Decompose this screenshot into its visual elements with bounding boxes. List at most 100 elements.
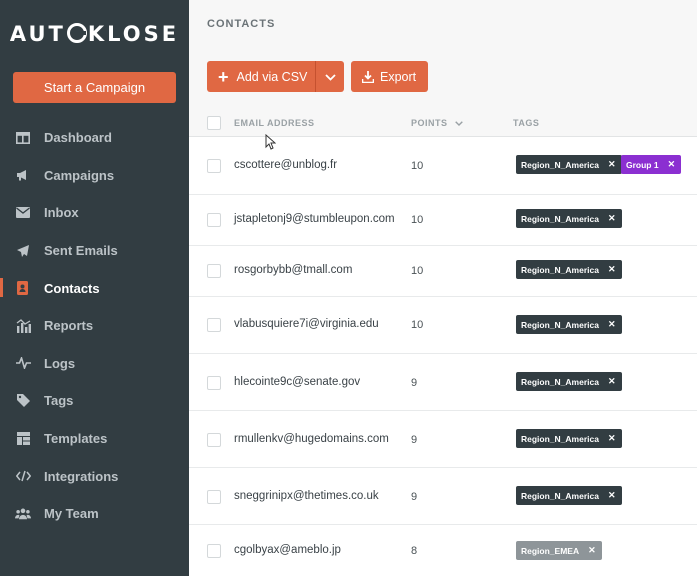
remove-tag-icon[interactable]: ✕ <box>608 376 616 387</box>
table-row[interactable]: sneggrinipx@thetimes.co.uk 9 Region_N_Am… <box>189 468 697 525</box>
envelope-icon <box>15 205 31 221</box>
table-row[interactable]: rosgorbybb@tmall.com 10 Region_N_America… <box>189 246 697 297</box>
tag-label: Region_N_America <box>521 319 599 330</box>
contact-email[interactable]: cgolbyax@ameblo.jp <box>234 544 341 556</box>
contact-email[interactable]: sneggrinipx@thetimes.co.uk <box>234 490 379 502</box>
sidebar-item-label: Contacts <box>44 280 100 296</box>
sidebar-item-label: Campaigns <box>44 167 115 183</box>
tag-label: Region_N_America <box>521 159 599 170</box>
row-checkbox[interactable] <box>207 159 221 173</box>
remove-tag-icon[interactable]: ✕ <box>608 159 616 170</box>
table-row[interactable]: cgolbyax@ameblo.jp 8 Region_EMEA ✕ <box>189 525 697 576</box>
column-header-tags: TAGS <box>513 118 540 128</box>
megaphone-icon <box>15 167 31 183</box>
page-title: CONTACTS <box>207 18 276 30</box>
table-row[interactable]: vlabusquiere7i@virginia.edu 10 Region_N_… <box>189 297 697 354</box>
bar-chart-icon <box>15 318 31 334</box>
row-checkbox[interactable] <box>207 433 221 447</box>
contact-email[interactable]: cscottere@unblog.fr <box>234 159 337 171</box>
tag-chip: Region_N_America ✕ <box>516 155 622 174</box>
remove-tag-icon[interactable]: ✕ <box>608 319 616 330</box>
contact-book-icon <box>15 280 31 296</box>
remove-tag-icon[interactable]: ✕ <box>608 213 616 224</box>
remove-tag-icon[interactable]: ✕ <box>668 159 676 170</box>
table-row[interactable]: hlecointe9c@senate.gov 9 Region_N_Americ… <box>189 354 697 411</box>
download-icon <box>362 70 374 83</box>
remove-tag-icon[interactable]: ✕ <box>588 545 596 556</box>
main-content: CONTACTS + Add via CSV Export EMAIL ADDR… <box>189 0 697 576</box>
column-header-points-label: POINTS <box>411 118 448 128</box>
add-via-csv-button[interactable]: + Add via CSV <box>207 61 315 92</box>
contact-email[interactable]: rmullenkv@hugedomains.com <box>234 433 389 445</box>
sidebar-item-label: Integrations <box>44 468 119 484</box>
sidebar-item-label: Templates <box>44 431 108 447</box>
sidebar-item-label: Logs <box>44 355 76 371</box>
dashboard-icon <box>15 130 31 146</box>
contact-email[interactable]: rosgorbybb@tmall.com <box>234 264 352 276</box>
remove-tag-icon[interactable]: ✕ <box>608 264 616 275</box>
sidebar-item-tags[interactable]: Tags <box>0 382 189 420</box>
column-header-points[interactable]: POINTS <box>411 118 463 128</box>
column-header-email[interactable]: EMAIL ADDRESS <box>234 118 315 128</box>
sidebar-item-templates[interactable]: Templates <box>0 420 189 458</box>
sidebar-item-contacts[interactable]: Contacts <box>0 269 189 307</box>
sidebar-item-label: Inbox <box>44 205 79 221</box>
tag-chip: Region_N_America ✕ <box>516 209 622 228</box>
logo-text-right: KLOSE <box>87 22 180 46</box>
app-logo[interactable]: AUT KLOSE <box>0 22 189 46</box>
tag-chip: Region_N_America ✕ <box>516 429 622 448</box>
plus-icon: + <box>218 66 229 87</box>
tag-label: Region_N_America <box>521 264 599 275</box>
row-checkbox[interactable] <box>207 544 221 558</box>
sidebar-item-sent-emails[interactable]: Sent Emails <box>0 232 189 270</box>
table-row[interactable]: rmullenkv@hugedomains.com 9 Region_N_Ame… <box>189 411 697 468</box>
sidebar-item-reports[interactable]: Reports <box>0 307 189 345</box>
pulse-icon <box>15 355 31 371</box>
tag-label: Group 1 <box>626 159 659 170</box>
contact-points: 8 <box>411 545 418 557</box>
contact-email[interactable]: hlecointe9c@senate.gov <box>234 376 360 388</box>
contact-email[interactable]: jstapletonj9@stumbleupon.com <box>234 213 395 225</box>
chevron-down-icon <box>324 68 336 86</box>
contact-points: 10 <box>411 265 424 277</box>
start-campaign-button[interactable]: Start a Campaign <box>13 72 176 103</box>
contact-email[interactable]: vlabusquiere7i@virginia.edu <box>234 318 379 330</box>
tag-label: Region_EMEA <box>521 545 580 556</box>
sidebar-item-integrations[interactable]: Integrations <box>0 457 189 495</box>
sidebar-item-inbox[interactable]: Inbox <box>0 194 189 232</box>
row-checkbox[interactable] <box>207 376 221 390</box>
table-header: EMAIL ADDRESS POINTS TAGS <box>189 110 697 137</box>
sidebar-item-label: Dashboard <box>44 130 112 146</box>
contact-points: 10 <box>411 319 424 331</box>
sidebar-nav: Dashboard Campaigns Inbox Sent Emails Co… <box>0 119 189 533</box>
tag-chip: Region_EMEA ✕ <box>516 541 602 560</box>
remove-tag-icon[interactable]: ✕ <box>608 490 616 501</box>
contact-points: 10 <box>411 214 424 226</box>
tag-chip: Region_N_America ✕ <box>516 486 622 505</box>
remove-tag-icon[interactable]: ✕ <box>608 433 616 444</box>
template-icon <box>15 431 31 447</box>
select-all-checkbox[interactable] <box>207 116 221 130</box>
sidebar-item-label: Reports <box>44 318 94 334</box>
contact-points: 9 <box>411 491 418 503</box>
sidebar-item-label: My Team <box>44 506 99 522</box>
add-options-dropdown-button[interactable] <box>315 61 344 92</box>
table-row[interactable]: jstapletonj9@stumbleupon.com 10 Region_N… <box>189 195 697 246</box>
sidebar-item-dashboard[interactable]: Dashboard <box>0 119 189 157</box>
tag-chip: Region_N_America ✕ <box>516 372 622 391</box>
contact-points: 9 <box>411 377 418 389</box>
logo-text-left: AUT <box>9 22 66 46</box>
tag-label: Region_N_America <box>521 433 599 444</box>
sidebar-item-my-team[interactable]: My Team <box>0 495 189 533</box>
row-checkbox[interactable] <box>207 213 221 227</box>
mouse-pointer-icon <box>265 134 276 150</box>
sidebar-item-campaigns[interactable]: Campaigns <box>0 157 189 195</box>
contact-points: 9 <box>411 434 418 446</box>
row-checkbox[interactable] <box>207 490 221 504</box>
row-checkbox[interactable] <box>207 318 221 332</box>
export-button[interactable]: Export <box>351 61 428 92</box>
tag-chip: Group 1 ✕ <box>621 155 682 174</box>
sidebar-item-logs[interactable]: Logs <box>0 345 189 383</box>
row-checkbox[interactable] <box>207 264 221 278</box>
contact-points: 10 <box>411 160 424 172</box>
